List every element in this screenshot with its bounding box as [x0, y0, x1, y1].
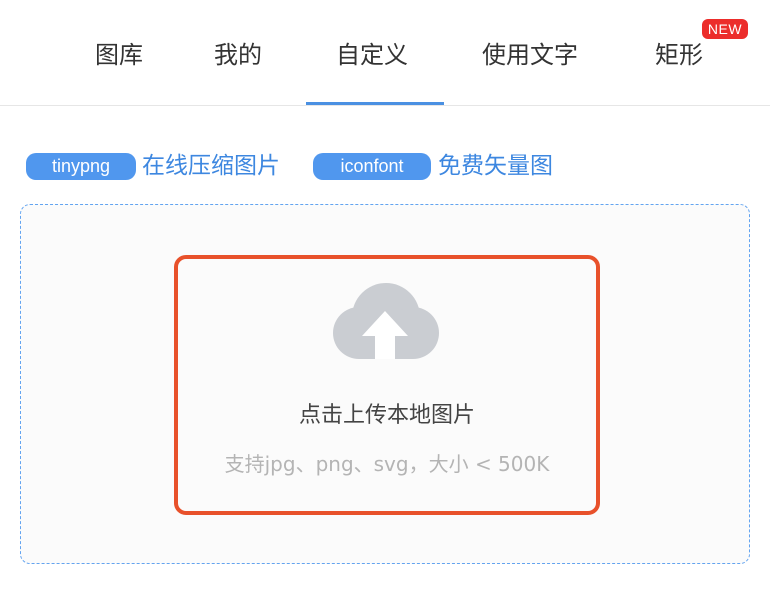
tab-custom[interactable]: 自定义: [336, 38, 408, 72]
tab-use-text[interactable]: 使用文字: [482, 38, 578, 72]
page: 图库 我的 自定义 使用文字 矩形 NEW tinypng 在线压缩图片 ico…: [0, 0, 770, 608]
tab-mine[interactable]: 我的: [214, 38, 262, 72]
compress-image-link[interactable]: 在线压缩图片: [142, 150, 280, 182]
tab-rectangle[interactable]: 矩形: [655, 38, 703, 72]
free-vector-link[interactable]: 免费矢量图: [438, 150, 553, 182]
cloud-upload-icon: [333, 283, 439, 359]
active-tab-indicator: [306, 102, 444, 105]
upload-hint: 支持jpg、png、svg，大小 < 500K: [224, 452, 550, 476]
tab-bar: 图库 我的 自定义 使用文字 矩形 NEW: [0, 0, 770, 106]
new-badge: NEW: [702, 19, 748, 39]
iconfont-badge[interactable]: iconfont: [313, 153, 431, 180]
tinypng-badge[interactable]: tinypng: [26, 153, 136, 180]
upload-title: 点击上传本地图片: [298, 403, 475, 428]
tab-gallery[interactable]: 图库: [95, 38, 143, 72]
